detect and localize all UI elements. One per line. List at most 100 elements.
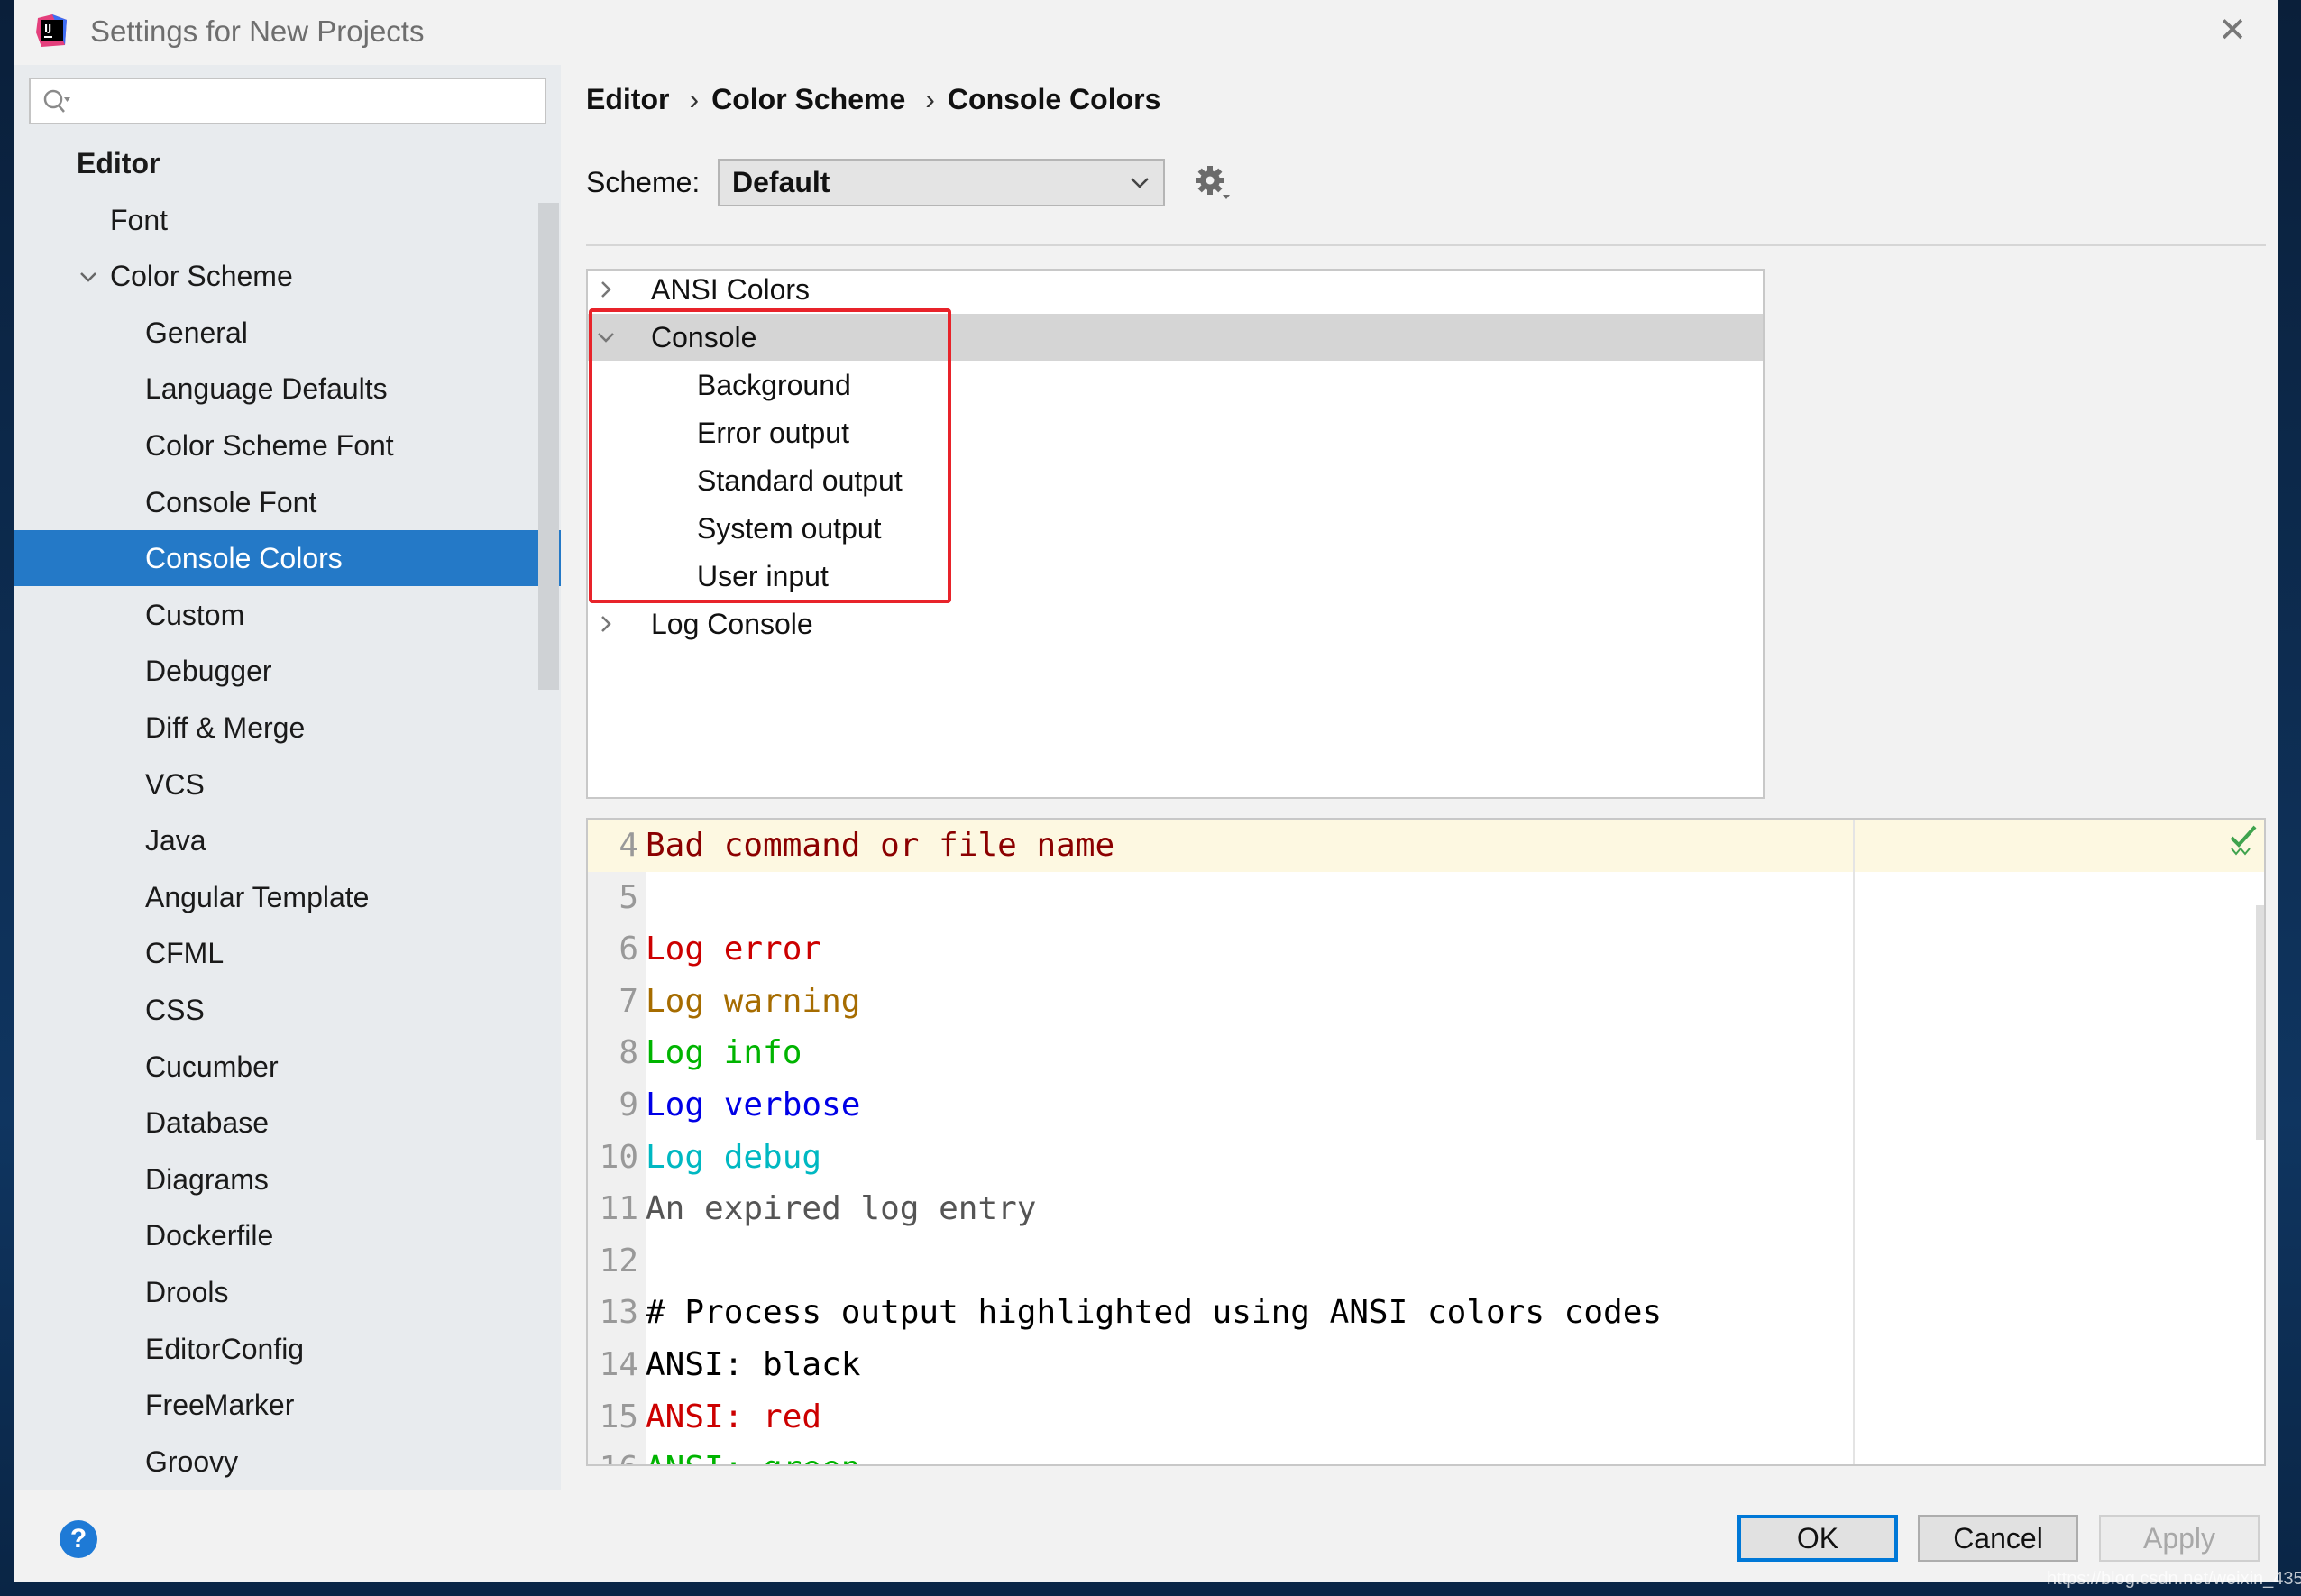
settings-sidebar: Editor Font Color Scheme General Language De…: [14, 65, 561, 1490]
preview-line: 16 ANSI: green: [588, 1443, 861, 1464]
sidebar-item-editor[interactable]: Editor: [14, 135, 561, 191]
line-number: 11: [599, 1190, 638, 1228]
sidebar-item-cfml[interactable]: CFML: [14, 925, 561, 981]
preview-line: 5: [588, 872, 646, 924]
preview-text: Log info: [646, 1034, 802, 1072]
sidebar-item-editorconfig[interactable]: EditorConfig: [14, 1321, 561, 1377]
preview-line: 4 Bad command or file name: [588, 820, 1114, 872]
tree-item-ansi-colors[interactable]: ANSI Colors: [588, 266, 1763, 313]
sidebar-item-cucumber[interactable]: Cucumber: [14, 1039, 561, 1095]
preview-text: ANSI: green: [646, 1450, 860, 1464]
preview-line: 6 Log error: [588, 923, 821, 976]
line-number: 4: [619, 827, 638, 864]
preview-text: ANSI: black: [646, 1346, 861, 1383]
breadcrumb-editor[interactable]: Editor: [586, 83, 669, 115]
sidebar-item-label: Database: [145, 1106, 269, 1140]
preview-line: 8 Log info: [588, 1027, 802, 1079]
breadcrumb: Editor › Color Scheme › Console Colors: [586, 83, 1161, 115]
scheme-dropdown[interactable]: Default: [718, 159, 1165, 206]
sidebar-item-label: CSS: [145, 994, 205, 1026]
sidebar-item-label: VCS: [145, 767, 205, 801]
scheme-label: Scheme:: [586, 166, 701, 198]
sidebar-item-label: Drools: [145, 1276, 229, 1308]
inspection-ok-icon: [2230, 825, 2257, 856]
sidebar-item-console-colors[interactable]: Console Colors: [14, 530, 561, 587]
sidebar-item-drools[interactable]: Drools: [14, 1264, 561, 1320]
sidebar-item-angular-template[interactable]: Angular Template: [14, 869, 561, 925]
settings-dialog: IJ Settings for New Projects ✕ Editor Fon…: [14, 0, 2278, 1582]
close-icon[interactable]: ✕: [2214, 13, 2251, 49]
scheme-value: Default: [732, 166, 830, 198]
apply-button[interactable]: Apply: [2099, 1515, 2260, 1562]
sidebar-item-label: Angular Template: [145, 880, 370, 913]
gear-icon[interactable]: [1194, 164, 1233, 204]
divider: [586, 244, 2266, 246]
sidebar-item-label: Cucumber: [145, 1050, 279, 1083]
sidebar-item-css[interactable]: CSS: [14, 982, 561, 1038]
preview-scrollbar[interactable]: [2256, 905, 2264, 1140]
sidebar-item-dockerfile[interactable]: Dockerfile: [14, 1207, 561, 1263]
sidebar-item-diff-merge[interactable]: Diff & Merge: [14, 700, 561, 756]
sidebar-item-label: General: [145, 316, 248, 349]
svg-text:IJ: IJ: [44, 23, 51, 34]
line-number: 15: [599, 1398, 638, 1435]
settings-search-input[interactable]: [29, 78, 546, 124]
sidebar-item-vcs[interactable]: VCS: [14, 757, 561, 812]
sidebar-item-groovy[interactable]: Groovy: [14, 1434, 561, 1490]
breadcrumb-color-scheme[interactable]: Color Scheme: [711, 83, 905, 115]
preview-text: An expired log entry: [646, 1190, 1037, 1228]
sidebar-item-color-scheme[interactable]: Color Scheme: [14, 248, 561, 304]
color-preview-editor[interactable]: 4 Bad command or file name 5 6 Log error 7 Log…: [586, 818, 2266, 1466]
preview-text: Log verbose: [646, 1087, 861, 1124]
sidebar-item-label: Diff & Merge: [145, 711, 306, 744]
sidebar-item-label: FreeMarker: [145, 1389, 295, 1422]
line-number: 5: [619, 878, 638, 916]
sidebar-scrollbar[interactable]: [538, 203, 559, 690]
chevron-right-icon[interactable]: [597, 615, 615, 633]
sidebar-item-java[interactable]: Java: [14, 812, 561, 868]
sidebar-item-language-defaults[interactable]: Language Defaults: [14, 361, 561, 417]
sidebar-item-custom[interactable]: Custom: [14, 587, 561, 643]
tree-item-log-console[interactable]: Log Console: [588, 601, 1763, 647]
line-number: 6: [619, 931, 638, 968]
line-number: 12: [599, 1242, 638, 1280]
preview-line: 7 Log warning: [588, 976, 860, 1028]
cancel-button[interactable]: Cancel: [1918, 1515, 2078, 1562]
sidebar-item-general[interactable]: General: [14, 305, 561, 361]
sidebar-item-font[interactable]: Font: [14, 192, 561, 248]
tree-item-label: Log Console: [651, 608, 813, 640]
sidebar-item-label: Console Colors: [145, 542, 343, 575]
breadcrumb-console-colors: Console Colors: [947, 83, 1161, 115]
watermark: https://blog.csdn.net/weixin_43595176: [2047, 1569, 2301, 1589]
sidebar-item-label: Editor: [77, 147, 160, 179]
right-margin-guide: [1853, 820, 1855, 1464]
sidebar-item-console-font[interactable]: Console Font: [14, 474, 561, 530]
window-title: Settings for New Projects: [90, 14, 425, 48]
sidebar-item-freemarker[interactable]: FreeMarker: [14, 1377, 561, 1433]
intellij-logo-icon: IJ: [36, 14, 67, 47]
sidebar-item-database[interactable]: Database: [14, 1095, 561, 1151]
line-number: 13: [599, 1294, 638, 1332]
preview-text: Bad command or file name: [646, 827, 1115, 864]
line-number: 9: [619, 1087, 638, 1124]
tree-item-label: ANSI Colors: [651, 273, 811, 306]
ok-button[interactable]: OK: [1737, 1515, 1898, 1562]
preview-text: # Process output highlighted using ANSI …: [646, 1294, 1663, 1332]
chevron-right-icon[interactable]: [597, 280, 615, 298]
sidebar-item-color-scheme-font[interactable]: Color Scheme Font: [14, 417, 561, 473]
sidebar-item-label: Groovy: [145, 1445, 239, 1478]
preview-line: 9 Log verbose: [588, 1079, 860, 1132]
sidebar-item-diagrams[interactable]: Diagrams: [14, 1151, 561, 1207]
preview-text: Log debug: [646, 1138, 822, 1176]
sidebar-item-label: Dockerfile: [145, 1219, 274, 1252]
preview-line: 12: [588, 1235, 646, 1288]
sidebar-item-label: CFML: [145, 937, 225, 970]
line-number: 10: [599, 1138, 638, 1176]
preview-text: Log warning: [646, 982, 861, 1020]
line-number: 7: [619, 982, 638, 1020]
sidebar-item-label: Java: [145, 824, 206, 858]
help-button[interactable]: ?: [60, 1520, 97, 1558]
preview-line: 13 # Process output highlighted using ANS…: [588, 1287, 1662, 1339]
sidebar-item-debugger[interactable]: Debugger: [14, 643, 561, 699]
preview-text: ANSI: red: [646, 1398, 822, 1435]
